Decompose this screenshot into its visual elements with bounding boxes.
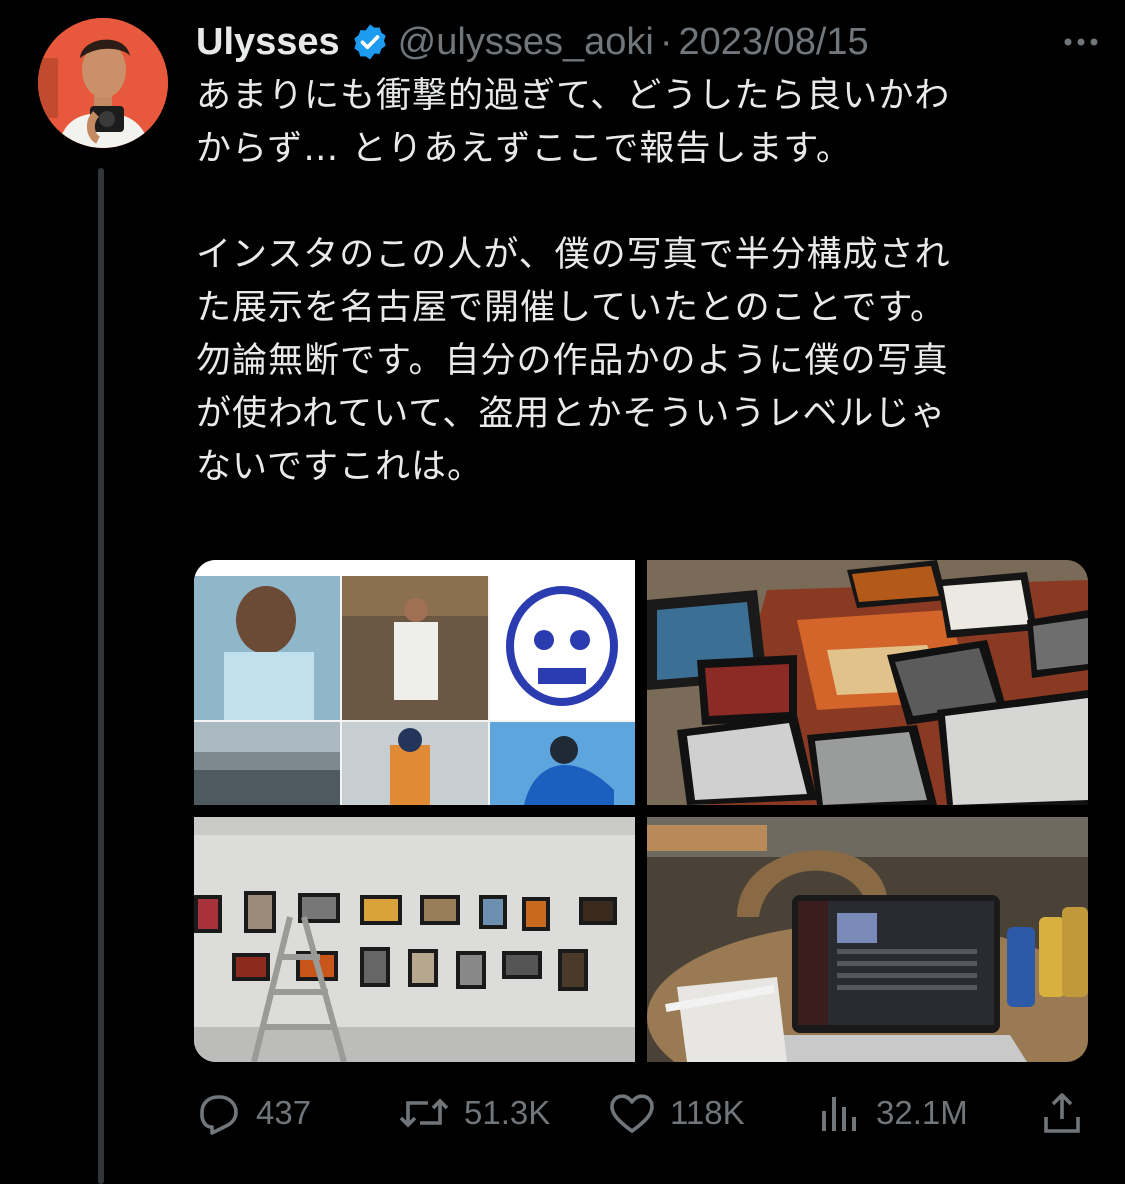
like-button[interactable]: 118K <box>608 1080 745 1146</box>
repost-button[interactable]: 51.3K <box>398 1080 550 1146</box>
tweet-text-line: 勿論無断です。自分の作品かのように僕の写真 <box>196 341 949 381</box>
tweet-text-line: ないですこれは。 <box>196 447 483 487</box>
heart-icon <box>610 1094 654 1133</box>
tweet-text-line: インスタのこの人が、僕の写真で半分構成され <box>196 235 951 275</box>
media-instagram-screenshot[interactable] <box>194 560 635 805</box>
repost-count: 51.3K <box>464 1094 551 1131</box>
like-count: 118K <box>670 1094 745 1131</box>
views-icon <box>822 1097 856 1131</box>
tweet-date[interactable]: 2023/08/15 <box>678 21 868 64</box>
handle[interactable]: @ulysses_aoki <box>398 21 654 64</box>
tweet-text-line: あまりにも衝撃的過ぎて、どうしたら良いかわ <box>196 76 951 116</box>
verified-badge-icon <box>354 24 386 60</box>
action-bar: 437 51.3K 118K 32.1M <box>194 1080 1094 1146</box>
tweet-text: あまりにも衝撃的過ぎて、どうしたら良いかわ からず… とりあえずここで報告します… <box>196 70 1096 494</box>
reply-button[interactable]: 437 <box>194 1080 311 1146</box>
tweet-text-line: た展示を名古屋で開催していたとのことです。 <box>196 288 947 328</box>
media-framed-photos[interactable] <box>647 560 1088 805</box>
share-button[interactable] <box>1040 1080 1098 1146</box>
views-count: 32.1M <box>876 1094 968 1131</box>
tweet-text-line: が使われていて、盗用とかそういうレベルじゃ <box>196 394 947 434</box>
thread-line <box>98 168 104 1184</box>
repost-icon <box>399 1098 449 1128</box>
display-name[interactable]: Ulysses <box>196 21 340 64</box>
separator-dot: · <box>659 20 673 63</box>
media-laptop-table[interactable] <box>647 817 1088 1062</box>
media-grid <box>194 560 1088 1062</box>
tweet-text-line <box>196 176 1096 229</box>
avatar[interactable] <box>38 18 168 148</box>
share-icon <box>1044 1093 1080 1133</box>
media-gallery-wall[interactable] <box>194 817 635 1062</box>
more-icon[interactable] <box>1056 22 1106 62</box>
reply-icon <box>200 1095 238 1135</box>
views-button[interactable]: 32.1M <box>818 1080 968 1146</box>
tweet-text-line: からず… とりあえずここで報告します。 <box>196 129 852 169</box>
reply-count: 437 <box>256 1094 312 1131</box>
tweet-header: Ulysses @ulysses_aoki · 2023/08/15 <box>196 14 1106 70</box>
